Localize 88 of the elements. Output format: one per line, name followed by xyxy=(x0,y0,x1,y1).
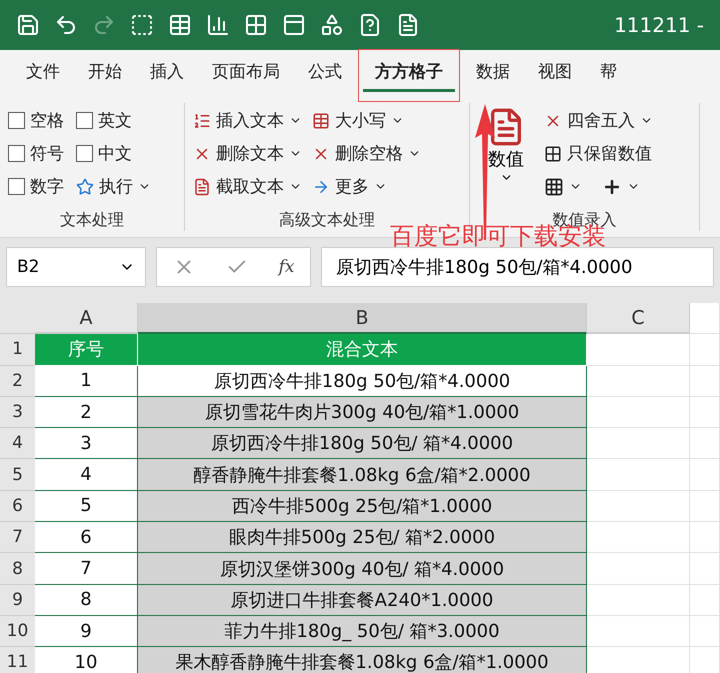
bar-chart-icon xyxy=(206,13,230,37)
menu-button[interactable]: 更多 xyxy=(312,173,421,200)
table-cell: 2 xyxy=(35,396,138,428)
save-icon xyxy=(16,13,40,37)
row-header[interactable]: 3 xyxy=(0,396,35,428)
group-label: 文本处理 xyxy=(59,210,125,231)
empty-cell xyxy=(690,366,720,397)
table-cell: 眼肉牛排500g 25包/ 箱*2.0000 xyxy=(138,522,587,554)
document-icon xyxy=(396,13,420,37)
menu-button[interactable]: 执行 xyxy=(76,173,151,200)
table-cell: 5 xyxy=(35,490,138,522)
value-button[interactable]: 数值 xyxy=(478,107,534,210)
table-cell: 1 xyxy=(35,366,138,397)
window-title: 111211 - xyxy=(614,13,704,37)
checkbox-option[interactable]: 空格 xyxy=(8,107,64,134)
checkbox-option[interactable]: 英文 xyxy=(76,107,151,134)
empty-cell xyxy=(690,459,720,491)
empty-cell xyxy=(690,616,720,648)
table-cell: 8 xyxy=(35,584,138,616)
grid-icon xyxy=(244,13,268,37)
empty-cell xyxy=(690,490,720,522)
ribbon-tab[interactable]: 插入 xyxy=(138,54,196,92)
table-icon xyxy=(168,13,192,37)
checkbox-option[interactable]: 中文 xyxy=(76,140,151,167)
column-header[interactable]: C xyxy=(587,303,690,334)
grid-icon xyxy=(544,176,564,196)
table-cell: 6 xyxy=(35,522,138,554)
table-cell: 原切汉堡饼300g 40包/ 箱*4.0000 xyxy=(138,553,587,585)
empty-cell xyxy=(690,522,720,554)
table-cell: 果木醇香静腌牛排套餐1.08kg 6盒/箱*1.0000 xyxy=(138,647,587,673)
undo-icon xyxy=(54,13,78,37)
ribbon-tab[interactable]: 视图 xyxy=(526,54,584,92)
ribbon-tab[interactable]: 帮 xyxy=(588,54,629,92)
formula-field[interactable]: 原切西冷牛排180g 50包/箱*4.0000 xyxy=(321,246,714,286)
menu-button[interactable]: 删除文本 xyxy=(193,140,302,167)
row-header[interactable]: 2 xyxy=(0,366,35,397)
row-header[interactable]: 10 xyxy=(0,616,35,648)
row-header[interactable]: 4 xyxy=(0,428,35,460)
table-cell: 3 xyxy=(35,428,138,460)
table-cell: 西冷牛排500g 25包/箱*1.0000 xyxy=(138,490,587,522)
table-cell: 7 xyxy=(35,553,138,585)
table-cell: 4 xyxy=(35,459,138,491)
row-header[interactable]: 1 xyxy=(0,334,35,366)
name-box[interactable]: B2 xyxy=(6,246,146,286)
empty-cell xyxy=(690,428,720,460)
column-header[interactable]: B xyxy=(138,303,587,334)
menu-button[interactable]: 删除空格 xyxy=(312,140,421,167)
table-cell: 原切进口牛排套餐A240*1.0000 xyxy=(138,584,587,616)
group-label: 高级文本处理 xyxy=(278,210,376,231)
empty-cell xyxy=(690,584,720,616)
grid-icon xyxy=(544,144,562,162)
header-cell: 序号 xyxy=(35,334,138,366)
empty-cell xyxy=(690,553,720,585)
tool-button[interactable]: 只保留数值 xyxy=(544,140,653,167)
table-cell: 原切雪花牛肉片300g 40包/箱*1.0000 xyxy=(138,396,587,428)
row-header[interactable]: 9 xyxy=(0,584,35,616)
menu-button[interactable]: 大小写 xyxy=(312,107,421,134)
ribbon-tab[interactable]: 数据 xyxy=(464,54,522,92)
menu-button[interactable]: 插入文本 xyxy=(193,107,302,134)
ribbon-tab[interactable]: 方方格子 xyxy=(363,54,455,92)
checkbox-option[interactable]: 数字 xyxy=(8,173,64,200)
row-header[interactable]: 7 xyxy=(0,522,35,554)
row-header[interactable]: 8 xyxy=(0,553,35,585)
table-cell: 9 xyxy=(35,616,138,648)
window-icon xyxy=(282,13,306,37)
ribbon-tab[interactable]: 公式 xyxy=(296,54,354,92)
insert-function-button[interactable]: fx xyxy=(278,256,294,276)
table-cell: 醇香静腌牛排套餐1.08kg 6盒/箱*2.0000 xyxy=(138,459,587,491)
checkbox-option[interactable]: 符号 xyxy=(8,140,64,167)
empty-cell xyxy=(690,396,720,428)
ribbon-tab[interactable]: 页面布局 xyxy=(200,54,292,92)
shapes-icon xyxy=(320,13,344,37)
ribbon-tab[interactable]: 开始 xyxy=(76,54,134,92)
menu-button[interactable]: 四舍五入 xyxy=(544,107,653,134)
ribbon-tab[interactable]: 文件 xyxy=(14,54,72,92)
row-header[interactable]: 6 xyxy=(0,490,35,522)
table-cell: 原切西冷牛排180g 50包/ 箱*4.0000 xyxy=(138,428,587,460)
empty-cell xyxy=(690,334,720,366)
header-cell: 混合文本 xyxy=(138,334,587,366)
help-icon xyxy=(358,13,382,37)
column-header[interactable]: A xyxy=(35,303,138,334)
row-header[interactable]: 5 xyxy=(0,459,35,491)
table-cell: 原切西冷牛排180g 50包/箱*4.0000 xyxy=(138,366,587,397)
star-icon xyxy=(76,178,94,196)
row-header[interactable]: 11 xyxy=(0,647,35,673)
table-cell: 菲力牛排180g_ 50包/ 箱*3.0000 xyxy=(138,616,587,648)
border-icon xyxy=(130,13,154,37)
menu-button[interactable]: 截取文本 xyxy=(193,173,302,200)
